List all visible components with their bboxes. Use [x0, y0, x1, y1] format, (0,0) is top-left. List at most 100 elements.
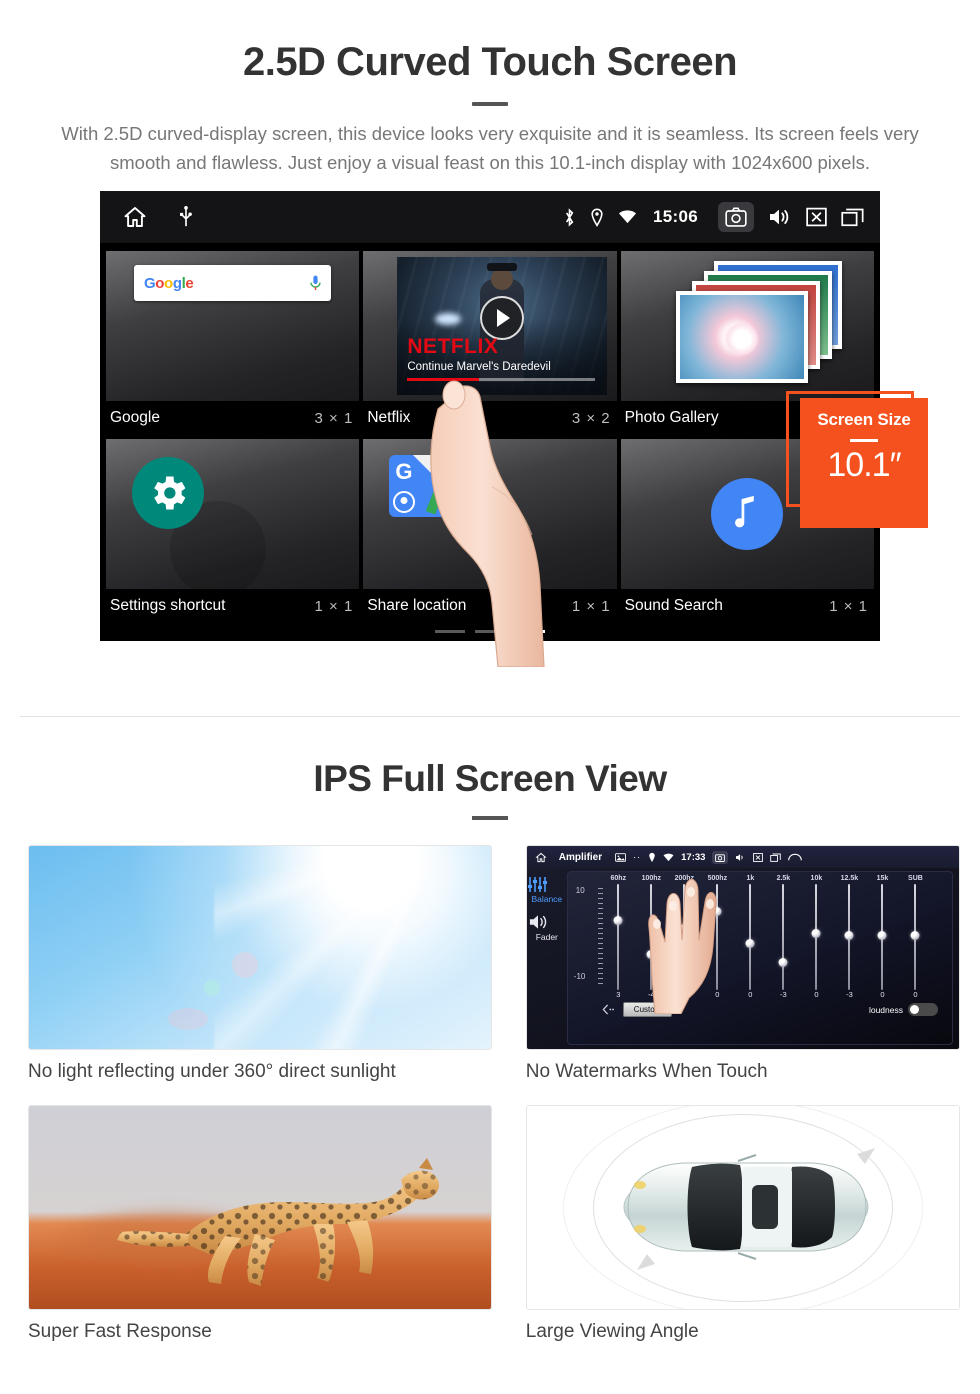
badge-divider [850, 439, 878, 443]
eq-band-label: 60hz [610, 875, 627, 882]
back-icon[interactable] [788, 853, 803, 862]
google-search-bar[interactable]: Google [134, 265, 332, 302]
feature-card-viewing-angle: Large Viewing Angle [525, 1105, 960, 1343]
eq-value: 0 [748, 990, 753, 999]
speaker-icon[interactable] [527, 913, 567, 931]
music-note-icon[interactable] [711, 478, 784, 551]
device-screenshot-wrap: 15:06 Google Google 3 × 1 NETFLIX Contin… [0, 191, 980, 671]
equalizer-scale: 10 -10 [574, 886, 586, 981]
eq-value: 0 [880, 990, 885, 999]
widget-size: 3 × 1 [314, 409, 354, 427]
feature-row-bottom: Super Fast Response Large Viewing Angle [28, 1105, 960, 1343]
amplifier-body: Balance Fader 60hz 100hz 200hz 500hz 1k … [527, 868, 959, 1049]
feature-row-top: No light reflecting under 360° direct su… [28, 845, 960, 1083]
page-indicator[interactable] [100, 630, 880, 634]
gear-icon[interactable] [132, 457, 204, 530]
recents-icon[interactable] [841, 207, 864, 227]
feature-card-fast-response: Super Fast Response [28, 1105, 492, 1343]
widget-cell-settings-shortcut[interactable]: Settings shortcut 1 × 1 [106, 439, 360, 623]
widget-label: Sound Search [624, 597, 723, 615]
eq-band-label: 12.5k [840, 875, 859, 882]
eq-slider[interactable] [866, 884, 899, 990]
car-top-view-diagram [525, 1105, 960, 1310]
widget-label: Settings shortcut [110, 597, 226, 615]
touching-hand-illustration [637, 874, 733, 1014]
camera-icon[interactable] [718, 202, 754, 233]
equalizer-footer: Custom loudness [568, 999, 952, 1017]
widget-size: 1 × 1 [571, 597, 611, 615]
volume-icon[interactable] [735, 853, 746, 862]
widget-cell-google[interactable]: Google Google 3 × 1 [106, 251, 360, 435]
home-icon[interactable] [535, 852, 547, 863]
eq-slider[interactable] [602, 884, 635, 990]
volume-icon[interactable] [768, 207, 792, 227]
title-divider [472, 102, 508, 106]
bluetooth-icon [563, 208, 576, 227]
location-icon [590, 208, 604, 227]
play-icon[interactable] [479, 296, 524, 341]
amplifier-tab-balance[interactable]: Balance [527, 894, 567, 904]
eq-slider[interactable] [833, 884, 866, 990]
page-dot-active[interactable] [515, 630, 545, 634]
eq-value: -3 [780, 990, 787, 999]
widget-cell-netflix[interactable]: NETFLIX Continue Marvel's Daredevil Netf… [363, 251, 617, 435]
widget-label: Netflix [367, 409, 411, 427]
netflix-subtitle: Continue Marvel's Daredevil [407, 361, 551, 374]
eq-slider[interactable] [734, 884, 767, 990]
eq-value: 0 [913, 990, 918, 999]
chevron-left-icon[interactable] [602, 1004, 615, 1015]
eq-band-label: 15k [876, 875, 889, 882]
close-icon[interactable] [806, 207, 827, 227]
eq-band-label: 2.5k [776, 875, 791, 882]
sliders-icon[interactable] [527, 876, 567, 893]
feature-card-sunlight: No light reflecting under 360° direct su… [28, 845, 492, 1083]
sd-card-icon [615, 852, 627, 862]
widget-grid: Google Google 3 × 1 NETFLIX Continue Mar… [100, 243, 880, 623]
eq-slider[interactable] [800, 884, 833, 990]
recents-icon[interactable] [770, 853, 782, 862]
section-title-curved-screen: 2.5D Curved Touch Screen [242, 40, 738, 84]
amplifier-tab-fader[interactable]: Fader [527, 932, 567, 942]
eq-slider[interactable] [899, 884, 932, 990]
netflix-widget[interactable]: NETFLIX Continue Marvel's Daredevil [363, 251, 617, 402]
amplifier-equalizer-screen: Amplifier ·· 17:33 Balance Fader 60hz 10… [525, 845, 960, 1050]
equalizer-panel[interactable]: 60hz 100hz 200hz 500hz 1k 2.5k 10k 12.5k… [566, 871, 953, 1045]
share-location-widget[interactable]: G [363, 439, 617, 590]
home-icon[interactable] [122, 205, 148, 229]
page-dot[interactable] [475, 630, 505, 634]
widget-caption-settings: Settings shortcut 1 × 1 [106, 589, 359, 623]
location-icon [648, 852, 656, 863]
widget-size: 3 × 2 [571, 409, 611, 427]
close-icon[interactable] [753, 852, 764, 862]
eq-slider[interactable] [767, 884, 800, 990]
photo-gallery-widget[interactable] [620, 251, 874, 402]
feature-cards: No light reflecting under 360° direct su… [28, 845, 960, 1365]
widget-caption-google: Google 3 × 1 [106, 401, 359, 435]
photo-stack [652, 261, 843, 391]
widget-cell-share-location[interactable]: G Share location 1 × 1 [363, 439, 617, 623]
netflix-brand: NETFLIX [407, 335, 499, 359]
amplifier-clock: 17:33 [681, 851, 706, 863]
google-search-widget[interactable]: Google [106, 251, 360, 402]
usb-icon[interactable] [178, 206, 194, 228]
product-detail-page: 2.5D Curved Touch Screen With 2.5D curve… [0, 0, 980, 1394]
eq-band-label: 10k [810, 875, 823, 882]
eq-value: 3 [616, 990, 621, 999]
widget-size: 1 × 1 [314, 597, 354, 615]
equalizer-sliders[interactable] [568, 882, 952, 990]
google-logo: Google [144, 274, 194, 292]
netflix-progress-bar [407, 378, 595, 382]
camera-icon[interactable] [712, 850, 729, 864]
settings-shortcut-widget[interactable] [106, 439, 360, 590]
widget-caption-netflix: Netflix 3 × 2 [363, 401, 616, 435]
badge-value: 10.1″ [827, 446, 901, 485]
ips-title-divider [472, 816, 508, 820]
android-status-bar: 15:06 [100, 191, 880, 244]
google-maps-icon[interactable]: G [389, 455, 452, 518]
loudness-toggle[interactable] [908, 1003, 938, 1016]
widget-caption-share-location: Share location 1 × 1 [363, 589, 616, 623]
amplifier-title: Amplifier [558, 851, 603, 863]
loudness-control[interactable]: loudness [869, 1003, 938, 1016]
page-dot[interactable] [435, 630, 465, 634]
microphone-icon[interactable] [310, 275, 322, 291]
